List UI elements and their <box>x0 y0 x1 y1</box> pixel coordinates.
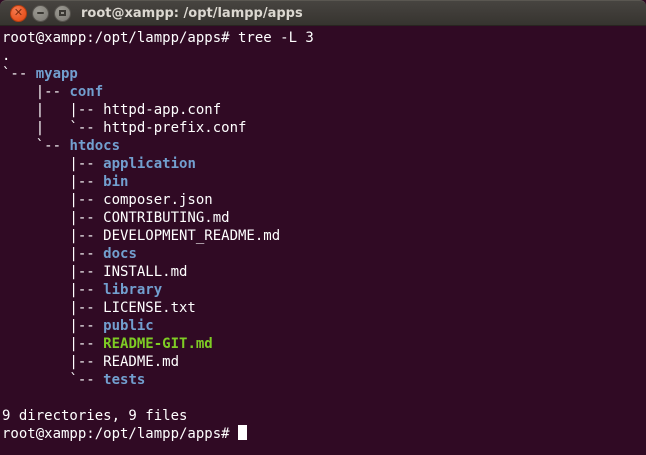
terminal-output[interactable]: root@xampp:/opt/lampp/apps# tree -L 3.`-… <box>0 26 646 455</box>
terminal-text-segment: |-- README.md <box>2 354 179 370</box>
terminal-text-segment: docs <box>103 246 137 262</box>
terminal-text-segment: |-- <box>2 156 103 172</box>
terminal-line: root@xampp:/opt/lampp/apps# <box>2 425 644 443</box>
terminal-line <box>2 389 644 407</box>
minimize-button[interactable] <box>32 5 49 22</box>
terminal-line: |-- library <box>2 281 644 299</box>
window-title: root@xampp: /opt/lampp/apps <box>81 6 303 21</box>
terminal-text-segment: README-GIT.md <box>103 336 213 352</box>
terminal-text-segment: | |-- httpd-app.conf <box>2 102 221 118</box>
terminal-line: |-- application <box>2 155 644 173</box>
terminal-text-segment: bin <box>103 174 128 190</box>
terminal-line: |-- LICENSE.txt <box>2 299 644 317</box>
terminal-line: `-- myapp <box>2 65 644 83</box>
terminal-window: ✕ root@xampp: /opt/lampp/apps root@xampp… <box>0 0 646 455</box>
terminal-line: . <box>2 47 644 65</box>
terminal-text-segment: root@xampp:/opt/lampp/apps# tree -L 3 <box>2 30 314 46</box>
terminal-line: |-- README.md <box>2 353 644 371</box>
terminal-line: |-- CONTRIBUTING.md <box>2 209 644 227</box>
window-titlebar[interactable]: ✕ root@xampp: /opt/lampp/apps <box>0 0 646 26</box>
terminal-line: | |-- httpd-app.conf <box>2 101 644 119</box>
terminal-text-segment: `-- <box>2 66 36 82</box>
terminal-text-segment: myapp <box>36 66 78 82</box>
terminal-text-segment: |-- DEVELOPMENT_README.md <box>2 228 280 244</box>
close-button[interactable]: ✕ <box>10 5 27 22</box>
terminal-text-segment: |-- <box>2 246 103 262</box>
terminal-text-segment: tests <box>103 372 145 388</box>
terminal-text-segment: application <box>103 156 196 172</box>
terminal-text-segment: |-- INSTALL.md <box>2 264 187 280</box>
terminal-text-segment: `-- <box>2 138 69 154</box>
minimize-icon <box>37 12 44 14</box>
terminal-line: |-- composer.json <box>2 191 644 209</box>
terminal-text-segment: htdocs <box>69 138 120 154</box>
terminal-text-segment: |-- CONTRIBUTING.md <box>2 210 230 226</box>
terminal-text-segment: conf <box>69 84 103 100</box>
terminal-text-segment: |-- composer.json <box>2 192 213 208</box>
terminal-line: | `-- httpd-prefix.conf <box>2 119 644 137</box>
terminal-line: |-- DEVELOPMENT_README.md <box>2 227 644 245</box>
terminal-line: |-- INSTALL.md <box>2 263 644 281</box>
terminal-line: `-- tests <box>2 371 644 389</box>
terminal-text-segment: |-- <box>2 84 69 100</box>
maximize-icon <box>59 10 66 16</box>
terminal-text-segment: `-- <box>2 372 103 388</box>
terminal-text-segment: 9 directories, 9 files <box>2 408 187 424</box>
terminal-line: |-- docs <box>2 245 644 263</box>
terminal-text-segment: . <box>2 48 10 64</box>
terminal-text-segment: public <box>103 318 154 334</box>
terminal-text-segment: |-- <box>2 336 103 352</box>
block-cursor <box>238 425 247 440</box>
terminal-text-segment: | `-- httpd-prefix.conf <box>2 120 246 136</box>
terminal-line: |-- bin <box>2 173 644 191</box>
terminal-text-segment: |-- <box>2 318 103 334</box>
terminal-text-segment: |-- LICENSE.txt <box>2 300 196 316</box>
terminal-text-segment: |-- <box>2 282 103 298</box>
terminal-text-segment: root@xampp:/opt/lampp/apps# <box>2 426 238 442</box>
terminal-line: 9 directories, 9 files <box>2 407 644 425</box>
terminal-line: |-- conf <box>2 83 644 101</box>
terminal-line: |-- public <box>2 317 644 335</box>
terminal-text-segment: |-- <box>2 174 103 190</box>
terminal-line: |-- README-GIT.md <box>2 335 644 353</box>
terminal-text-segment: library <box>103 282 162 298</box>
terminal-line: root@xampp:/opt/lampp/apps# tree -L 3 <box>2 29 644 47</box>
terminal-line: `-- htdocs <box>2 137 644 155</box>
close-icon: ✕ <box>14 7 23 18</box>
maximize-button[interactable] <box>54 5 71 22</box>
